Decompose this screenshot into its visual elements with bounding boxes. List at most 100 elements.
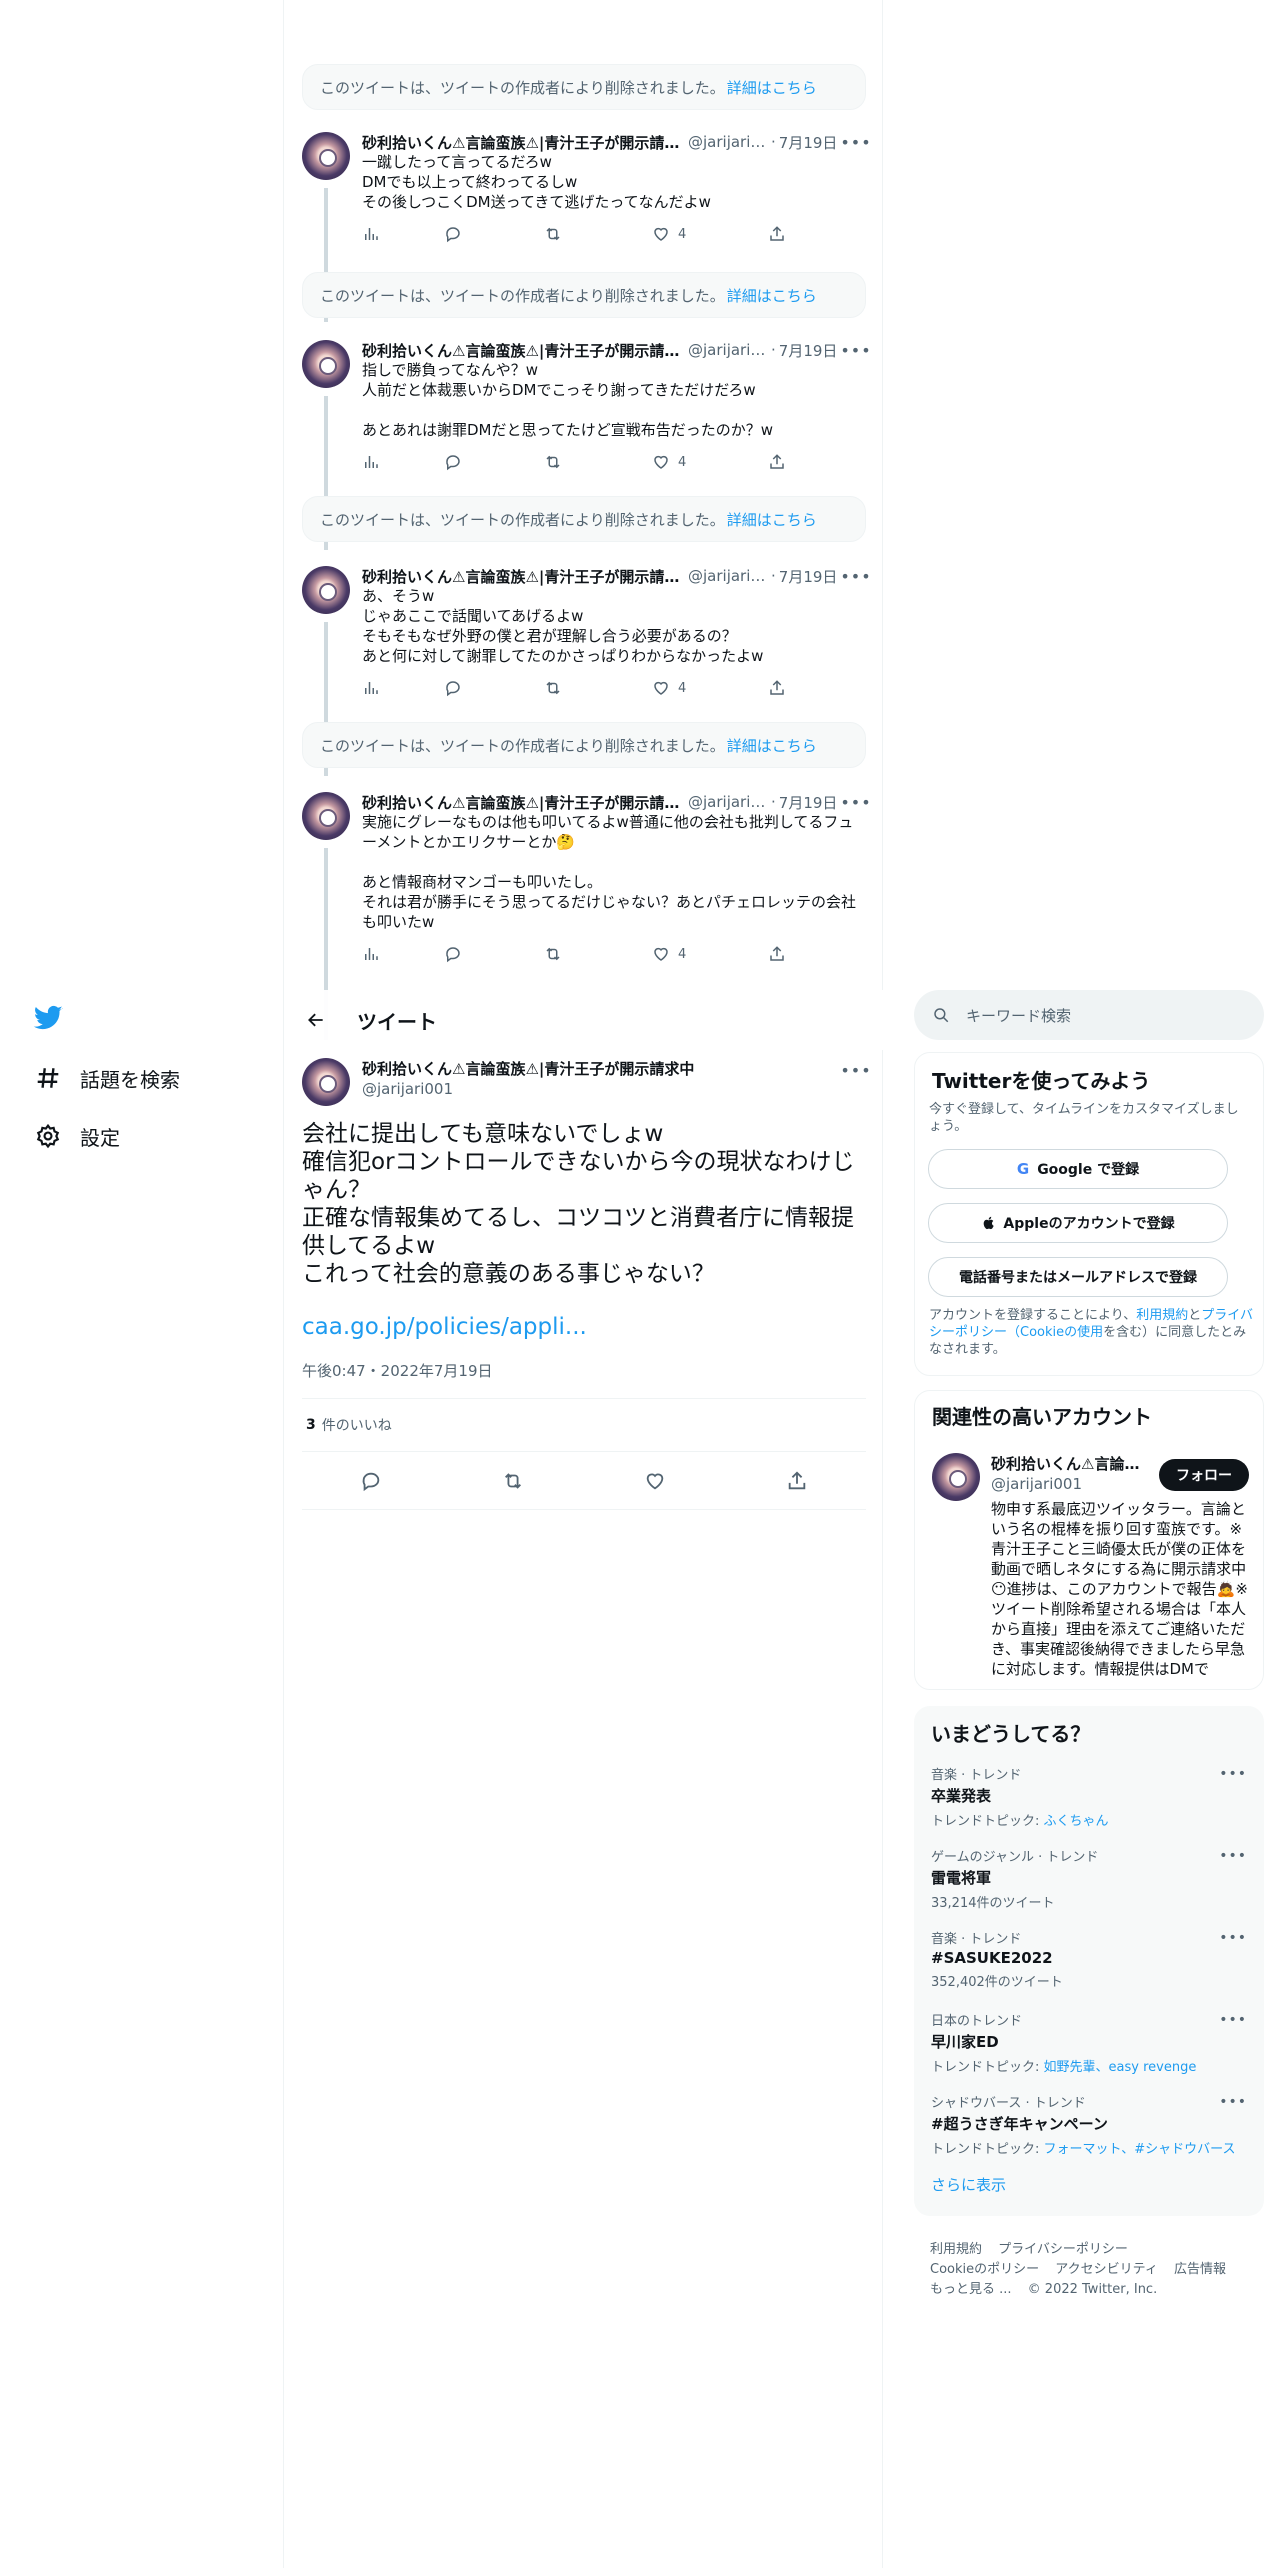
share-button[interactable] <box>768 224 786 244</box>
avatar[interactable] <box>302 340 350 388</box>
share-button[interactable] <box>768 944 786 964</box>
search-input[interactable]: キーワード検索 <box>914 990 1264 1040</box>
footer-more[interactable]: もっと見る ... <box>930 2282 1012 2297</box>
author-handle[interactable]: @jarijari0... <box>688 793 768 811</box>
trend-name: #SASUKE2022 <box>931 1949 1053 1967</box>
author-handle[interactable]: @jarijari001 <box>362 1080 453 1098</box>
trend-item[interactable]: 日本のトレンド 早川家ED トレンドトピック: 如野先輩、easy reveng… <box>931 2010 1247 2075</box>
learn-more-link[interactable]: 詳細はこちら <box>727 285 817 306</box>
more-options-icon[interactable]: ••• <box>1219 1766 1247 1782</box>
share-button[interactable] <box>768 678 786 698</box>
avatar[interactable] <box>932 1453 980 1501</box>
author-name[interactable]: 砂利拾いくん⚠言論蛮族⚠|青汁王子が開示請求中 <box>362 566 682 587</box>
learn-more-link[interactable]: 詳細はこちら <box>727 77 817 98</box>
retweet-button[interactable] <box>544 678 562 698</box>
footer-ads[interactable]: 広告情報 <box>1174 2262 1226 2277</box>
tweet-date[interactable]: 7月19日 <box>779 792 838 813</box>
trend-item[interactable]: シャドウバース · トレンド #超うさぎ年キャンペーン トレンドトピック: フォ… <box>931 2092 1247 2157</box>
more-options-icon[interactable]: ••• <box>840 1060 870 1080</box>
share-button[interactable] <box>784 1468 810 1494</box>
more-options-icon[interactable]: ••• <box>1219 1930 1247 1946</box>
trend-topic-link[interactable]: ふくちゃん <box>1044 1814 1109 1829</box>
tweet-text: 実施にグレーなものは他も叩いてるよw普通に他の会社も批判してるフューメントとかエ… <box>362 813 856 931</box>
retweet-icon <box>546 227 560 241</box>
more-options-icon[interactable]: ••• <box>840 340 870 360</box>
tweet-date[interactable]: 7月19日 <box>779 340 838 361</box>
trend-item[interactable]: ゲームのジャンル · トレンド 雷電将軍 33,214件のツイート ••• <box>931 1846 1247 1911</box>
author-name[interactable]: 砂利拾いくん⚠言論蛮族⚠|青汁王子が開示請求中 <box>362 132 682 153</box>
more-options-icon[interactable]: ••• <box>840 132 870 152</box>
show-more-link[interactable]: さらに表示 <box>931 2174 1006 2195</box>
author-name[interactable]: 砂利拾いくん⚠言論蛮族⚠|青汁王子が開示請求中 <box>362 1058 694 1079</box>
nav-settings[interactable]: 設定 <box>28 1112 180 1160</box>
share-button[interactable] <box>768 452 786 472</box>
tweet-date[interactable]: 7月19日 <box>779 566 838 587</box>
author-handle[interactable]: @jarijari0... <box>688 341 768 359</box>
like-button[interactable]: 4 <box>652 452 686 472</box>
avatar[interactable] <box>302 1058 350 1106</box>
related-account-handle[interactable]: @jarijari001 <box>991 1475 1082 1493</box>
footer-terms[interactable]: 利用規約 <box>930 2242 982 2257</box>
more-options-icon[interactable]: ••• <box>1219 1848 1247 1864</box>
footer-privacy[interactable]: プライバシーポリシー <box>998 2242 1128 2257</box>
phone-email-signup-button[interactable]: 電話番号またはメールアドレスで登録 <box>928 1257 1228 1297</box>
like-button[interactable]: 4 <box>652 224 686 244</box>
trend-item[interactable]: 音楽 · トレンド 卒業発表 トレンドトピック: ふくちゃん ••• <box>931 1764 1247 1829</box>
like-button[interactable]: 4 <box>652 944 686 964</box>
tweet-link[interactable]: caa.go.jp/policies/appli... <box>302 1314 587 1340</box>
google-signup-button[interactable]: G Google で登録 <box>928 1149 1228 1189</box>
related-account-name[interactable]: 砂利拾いくん⚠言論蛮族⚠|青汁王子が開示請求中 <box>991 1453 1141 1474</box>
follow-button[interactable]: フォロー <box>1159 1459 1249 1491</box>
twitter-logo-icon[interactable] <box>28 998 68 1038</box>
reply-button[interactable] <box>358 1468 384 1494</box>
trend-topic-link[interactable]: フォーマット、#シャドウバース <box>1044 2142 1236 2157</box>
author-handle[interactable]: @jarijari0... <box>688 133 768 151</box>
retweet-button[interactable] <box>544 944 562 964</box>
like-button[interactable]: 4 <box>652 678 686 698</box>
cookie-link[interactable]: （Cookieの使用 <box>1007 1325 1103 1340</box>
more-options-icon[interactable]: ••• <box>1219 2012 1247 2028</box>
more-options-icon[interactable]: ••• <box>840 792 870 812</box>
footer-cookie[interactable]: Cookieのポリシー <box>930 2262 1039 2277</box>
like-summary[interactable]: 3 件のいいね <box>302 1398 866 1452</box>
tweet-text: あ、そうw じゃあここで話聞いてあげるよw そもそもなぜ外野の僕と君が理解し合う… <box>362 587 764 665</box>
reply-button[interactable] <box>444 944 462 964</box>
learn-more-link[interactable]: 詳細はこちら <box>727 735 817 756</box>
back-button[interactable] <box>298 1002 334 1038</box>
avatar[interactable] <box>302 566 350 614</box>
reply-button[interactable] <box>444 224 462 244</box>
heart-icon <box>654 227 668 241</box>
avatar[interactable] <box>302 132 350 180</box>
retweet-button[interactable] <box>500 1468 526 1494</box>
trend-sub-prefix: 352,402件のツイート <box>931 1975 1063 1990</box>
analytics-button[interactable] <box>362 944 380 964</box>
reply-icon <box>446 227 460 243</box>
terms-link[interactable]: 利用規約 <box>1136 1308 1188 1323</box>
gear-icon <box>28 1116 68 1156</box>
more-options-icon[interactable]: ••• <box>1219 2094 1247 2110</box>
trend-item[interactable]: 音楽 · トレンド #SASUKE2022 352,402件のツイート ••• <box>931 1928 1247 1990</box>
learn-more-link[interactable]: 詳細はこちら <box>727 509 817 530</box>
reply-button[interactable] <box>444 452 462 472</box>
reply-button[interactable] <box>444 678 462 698</box>
more-options-icon[interactable]: ••• <box>840 566 870 586</box>
trend-topic-link[interactable]: 如野先輩、easy revenge <box>1044 2060 1197 2075</box>
footer-accessibility[interactable]: アクセシビリティ <box>1055 2262 1158 2277</box>
analytics-button[interactable] <box>362 678 380 698</box>
retweet-button[interactable] <box>544 224 562 244</box>
author-name[interactable]: 砂利拾いくん⚠言論蛮族⚠|青汁王子が開示請求中 <box>362 340 682 361</box>
footer-links: 利用規約 プライバシーポリシー Cookieのポリシー アクセシビリティ 広告情… <box>930 2240 1250 2300</box>
avatar[interactable] <box>302 792 350 840</box>
author-name[interactable]: 砂利拾いくん⚠言論蛮族⚠|青汁王子が開示請求中 <box>362 792 682 813</box>
tweet-timestamp[interactable]: 午後0:47・2022年7月19日 <box>302 1360 493 1381</box>
like-button[interactable] <box>642 1468 668 1494</box>
tweet-date[interactable]: 7月19日 <box>779 132 838 153</box>
retweet-button[interactable] <box>544 452 562 472</box>
nav-explore[interactable]: 話題を検索 <box>28 1054 180 1102</box>
analytics-button[interactable] <box>362 452 380 472</box>
tweet-text: 会社に提出しても意味ないでしょw 確信犯orコントロールできないから今の現状なわ… <box>302 1121 855 1287</box>
author-handle[interactable]: @jarijari0... <box>688 567 768 585</box>
analytics-button[interactable] <box>362 224 380 244</box>
deleted-tweet-notice: このツイートは、ツイートの作成者により削除されました。 詳細はこちら <box>302 496 866 542</box>
apple-signup-button[interactable]: Appleのアカウントで登録 <box>928 1203 1228 1243</box>
